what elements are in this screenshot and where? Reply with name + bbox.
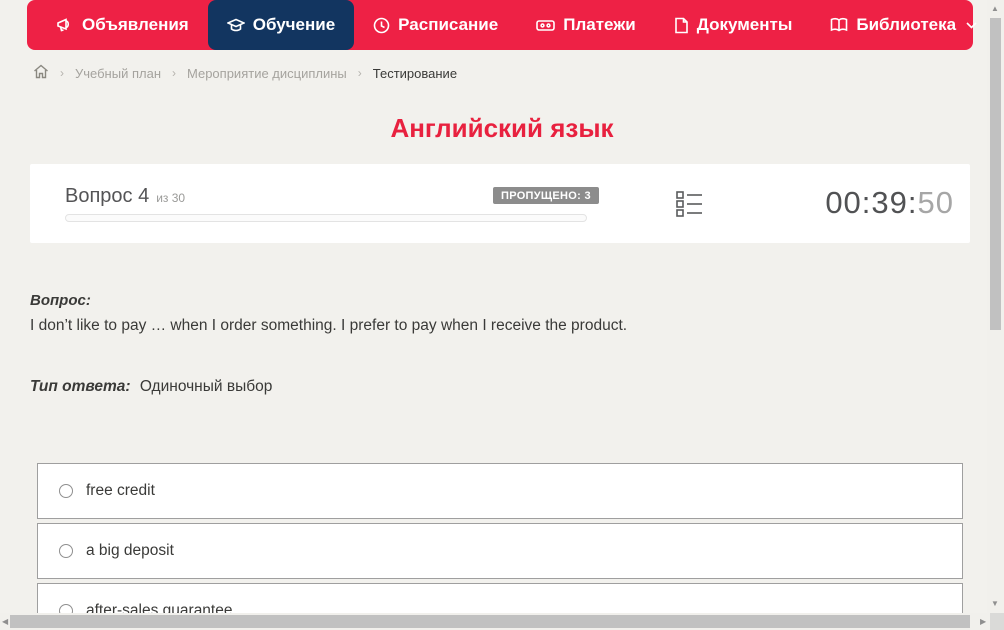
megaphone-icon [56, 17, 74, 33]
nav-item-library[interactable]: Библиотека [811, 0, 996, 50]
vertical-scrollbar[interactable]: ▲ ▼ [987, 0, 1004, 613]
clock-icon [373, 17, 390, 34]
vertical-scrollbar-thumb[interactable] [990, 18, 1001, 330]
nav-item-label: Объявления [82, 15, 189, 34]
radio-icon[interactable] [59, 544, 73, 558]
timer-seconds: 50 [917, 185, 954, 220]
option-a-big-deposit[interactable]: a big deposit [37, 523, 963, 579]
breadcrumb-item-curriculum[interactable]: Учебный план [75, 66, 161, 81]
breadcrumb-item-discipline-event[interactable]: Мероприятие дисциплины [187, 66, 347, 81]
home-icon[interactable] [33, 64, 49, 82]
option-label: free credit [86, 482, 155, 499]
question-total: из 30 [156, 191, 186, 205]
nav-item-label: Расписание [398, 15, 499, 34]
breadcrumb-separator-icon: › [60, 66, 64, 80]
answer-type-label: Тип ответа: [30, 378, 131, 395]
progress-bar [65, 214, 587, 222]
question-card: Вопрос 4 из 30 ПРОПУЩЕНО: 3 00:39:50 [30, 164, 970, 243]
nav-item-education[interactable]: Обучение [207, 0, 355, 50]
payment-icon [536, 18, 556, 33]
skipped-badge: ПРОПУЩЕНО: 3 [493, 187, 599, 204]
book-icon [830, 17, 848, 33]
scrollbar-corner [990, 613, 1004, 630]
option-free-credit[interactable]: free credit [37, 463, 963, 519]
question-counter: Вопрос 4 из 30 [65, 185, 185, 208]
document-icon [674, 17, 689, 34]
timer-hours-minutes: 00:39: [825, 185, 918, 220]
graduation-cap-icon [226, 17, 245, 33]
radio-icon[interactable] [59, 484, 73, 498]
nav-item-label: Платежи [563, 15, 636, 34]
breadcrumb: › Учебный план › Мероприятие дисциплины … [33, 63, 457, 83]
answer-type-value: Одиночный выбор [139, 378, 273, 395]
question-label: Вопрос: [30, 292, 91, 309]
nav-item-payments[interactable]: Платежи [517, 0, 655, 50]
countdown-timer: 00:39:50 [825, 185, 954, 221]
horizontal-scrollbar-thumb[interactable] [10, 615, 970, 628]
breadcrumb-separator-icon: › [172, 66, 176, 80]
option-label: a big deposit [86, 542, 174, 559]
breadcrumb-item-testing: Тестирование [372, 65, 458, 81]
nav-item-schedule[interactable]: Расписание [354, 0, 517, 50]
scroll-down-arrow-icon[interactable]: ▼ [991, 600, 999, 608]
options-list: free credit a big deposit after-sales gu… [37, 463, 963, 630]
horizontal-scrollbar[interactable]: ◀ ▶ [0, 613, 990, 630]
question-text: I don’t like to pay … when I order somet… [30, 317, 628, 334]
nav-item-announcements[interactable]: Объявления [37, 0, 208, 50]
nav-item-label: Документы [696, 15, 793, 34]
breadcrumb-separator-icon: › [357, 66, 362, 80]
chevron-down-icon [966, 21, 977, 29]
answer-type-row: Тип ответа: Одиночный выбор [30, 378, 272, 396]
page-title: Английский язык [390, 113, 614, 143]
scroll-left-arrow-icon[interactable]: ◀ [2, 618, 8, 626]
question-number: Вопрос 4 [65, 185, 150, 207]
scroll-up-arrow-icon[interactable]: ▲ [991, 5, 999, 13]
question-list-icon[interactable] [676, 190, 703, 223]
main-navbar: Объявления Обучение Расписание Платежи Д… [27, 0, 977, 50]
nav-item-label: Библиотека [856, 15, 957, 34]
nav-item-documents[interactable]: Документы [655, 0, 812, 50]
nav-item-label: Обучение [252, 15, 336, 34]
scroll-right-arrow-icon[interactable]: ▶ [980, 618, 986, 626]
